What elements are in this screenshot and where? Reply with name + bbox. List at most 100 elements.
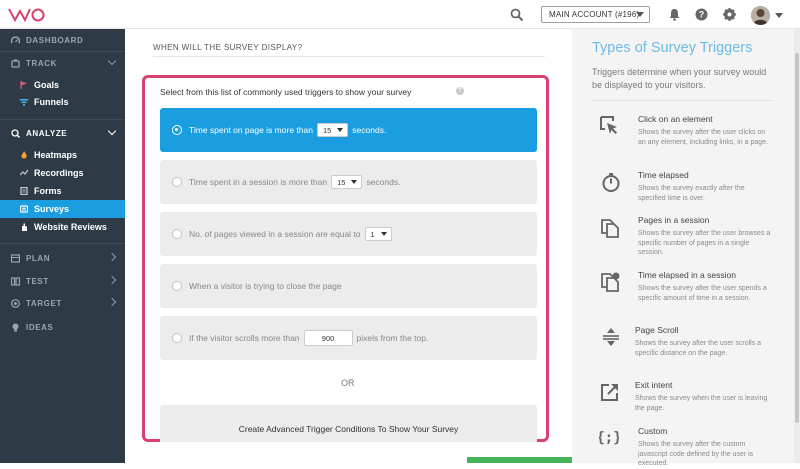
- divider: [592, 100, 772, 101]
- trigger-name: Pages in a session: [638, 215, 710, 225]
- trigger-option-pages-viewed[interactable]: No. of pages viewed in a session are equ…: [160, 212, 537, 256]
- plan-icon: [11, 253, 20, 263]
- sidebar-label: Funnels: [34, 97, 69, 107]
- help-icon[interactable]: ?: [456, 87, 464, 95]
- sidebar-item-test[interactable]: TEST: [0, 272, 125, 290]
- trigger-option-scroll[interactable]: If the visitor scrolls more than 900 pix…: [160, 316, 537, 360]
- search-icon[interactable]: [510, 8, 524, 22]
- trigger-name: Page Scroll: [635, 325, 679, 335]
- sidebar-label: Heatmaps: [34, 150, 78, 160]
- vwo-logo[interactable]: [8, 6, 46, 23]
- sidebar-label: Goals: [34, 80, 60, 90]
- sidebar-label: Surveys: [34, 204, 70, 214]
- bell-icon[interactable]: [668, 8, 681, 21]
- form-icon: [20, 187, 28, 195]
- sidebar-item-analyze[interactable]: ANALYZE: [0, 124, 125, 142]
- stopwatch-icon: [602, 173, 620, 192]
- option-text: If the visitor scrolls more than: [189, 333, 300, 343]
- account-selector[interactable]: MAIN ACCOUNT (#196): [541, 6, 650, 23]
- select-value: 15: [322, 125, 332, 135]
- option-suffix: pixels from the top.: [356, 333, 429, 343]
- funnel-icon: [20, 99, 28, 106]
- sidebar-item-ideas[interactable]: IDEAS: [0, 318, 125, 336]
- trigger-name: Custom: [638, 426, 668, 436]
- sidebar-item-recordings[interactable]: Recordings: [0, 164, 125, 182]
- sidebar-label: Recordings: [34, 168, 84, 178]
- radio-button[interactable]: [172, 281, 182, 291]
- flag-icon: [20, 81, 27, 89]
- chevron-right-icon: [107, 252, 117, 262]
- scrollbar[interactable]: [794, 29, 800, 463]
- option-suffix: seconds.: [352, 125, 387, 135]
- pages-icon: [601, 219, 619, 238]
- gear-icon[interactable]: [723, 8, 736, 21]
- sidebar-label: Website Reviews: [34, 222, 107, 232]
- sidebar-item-heatmaps[interactable]: Heatmaps: [0, 146, 125, 164]
- sidebar-label: TRACK: [26, 58, 57, 68]
- svg-text:?: ?: [699, 10, 705, 20]
- section-title: WHEN WILL THE SURVEY DISPLAY?: [153, 43, 303, 52]
- sidebar-item-surveys[interactable]: Surveys: [0, 200, 125, 218]
- sidebar-item-track[interactable]: TRACK: [0, 54, 125, 72]
- trigger-description: Shows the survey after the user scrolls …: [635, 340, 762, 357]
- chevron-down-icon[interactable]: [775, 13, 783, 18]
- divider: [0, 243, 125, 244]
- scrollbar-thumb[interactable]: [795, 53, 799, 423]
- sidebar-item-plan[interactable]: PLAN: [0, 249, 125, 267]
- sidebar-item-website-reviews[interactable]: Website Reviews: [0, 218, 125, 236]
- trigger-option-time-in-session[interactable]: Time spent in a session is more than 15 …: [160, 160, 537, 204]
- trigger-name: Exit intent: [635, 380, 673, 390]
- sidebar-item-forms[interactable]: Forms: [0, 182, 125, 200]
- green-action-bar[interactable]: [467, 457, 572, 463]
- trigger-option-exit-intent[interactable]: When a visitor is trying to close the pa…: [160, 264, 537, 308]
- trigger-description: Shows the survey when the user is leavin…: [635, 395, 768, 412]
- scroll-icon: [603, 328, 619, 346]
- trigger-description: Shows the survey after the user browses …: [638, 230, 771, 256]
- target-icon: [11, 298, 20, 308]
- help-icon[interactable]: ?: [695, 8, 708, 21]
- chevron-down-icon: [107, 56, 117, 66]
- sidebar-label: TARGET: [26, 298, 62, 308]
- radio-button[interactable]: [172, 229, 182, 239]
- divider: [0, 51, 125, 52]
- seconds-select[interactable]: 15: [316, 123, 349, 137]
- chevron-right-icon: [107, 297, 117, 307]
- option-text: When a visitor is trying to close the pa…: [189, 281, 342, 291]
- seconds-select[interactable]: 15: [331, 175, 363, 189]
- divider: [153, 56, 545, 57]
- sidebar-item-target[interactable]: TARGET: [0, 294, 125, 312]
- top-bar: MAIN ACCOUNT (#196) ?: [0, 0, 800, 29]
- lightbulb-icon: [12, 323, 19, 331]
- code-icon: {;}: [599, 430, 619, 446]
- track-icon: [11, 59, 20, 68]
- svg-text:{;}: {;}: [599, 430, 619, 446]
- pages-clock-icon: [601, 272, 620, 292]
- scroll-pixels-input[interactable]: 900: [303, 330, 353, 346]
- sidebar-label: TEST: [26, 276, 49, 286]
- chevron-right-icon: [107, 275, 117, 285]
- sidebar-label: PLAN: [26, 253, 51, 263]
- recording-icon: [20, 169, 28, 176]
- account-label: MAIN ACCOUNT (#196): [549, 10, 640, 19]
- sidebar-item-goals[interactable]: Goals: [0, 76, 125, 94]
- sidebar-label: Forms: [34, 186, 62, 196]
- trigger-name: Click on an element: [638, 114, 713, 124]
- cursor-icon: [600, 116, 617, 134]
- radio-button[interactable]: [172, 125, 182, 135]
- chevron-down-icon: [337, 128, 344, 132]
- chevron-down-icon: [107, 126, 117, 136]
- radio-button[interactable]: [172, 333, 182, 343]
- sidebar-item-funnels[interactable]: Funnels: [0, 93, 125, 111]
- option-text: No. of pages viewed in a session are equ…: [189, 229, 361, 239]
- trigger-description: Shows the survey after the user spends a…: [638, 285, 767, 302]
- advanced-trigger-button[interactable]: Create Advanced Trigger Conditions To Sh…: [160, 405, 537, 442]
- sidebar-item-dashboard[interactable]: DASHBOARD: [0, 31, 125, 49]
- option-suffix: seconds.: [366, 177, 401, 187]
- avatar[interactable]: [751, 6, 770, 25]
- pages-select[interactable]: 1: [364, 227, 392, 241]
- trigger-description: Shows the survey after the custom javasc…: [638, 441, 754, 467]
- trigger-name: Time elapsed in a session: [638, 270, 736, 280]
- test-icon: [11, 276, 20, 286]
- radio-button[interactable]: [172, 177, 182, 187]
- trigger-option-time-on-page[interactable]: Time spent on page is more than 15 secon…: [160, 108, 537, 152]
